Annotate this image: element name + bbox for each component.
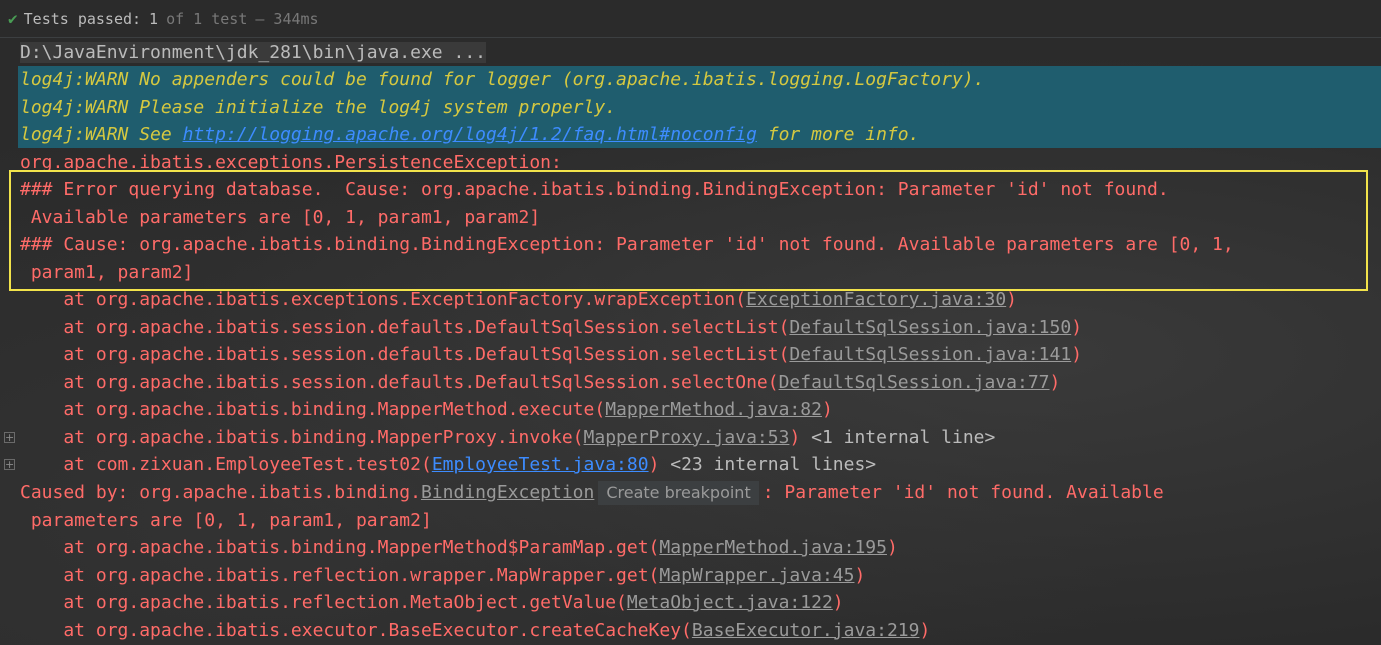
log4j-warn-line: log4j:WARN No appenders could be found f… [20,69,985,90]
stack-trace-line: at org.apache.ibatis.reflection.wrapper.… [20,562,865,589]
stack-method: at org.apache.ibatis.binding.MapperMetho… [20,399,606,420]
source-file-link[interactable]: DefaultSqlSession.java:141 [789,344,1071,365]
stack-method: at org.apache.ibatis.binding.MapperProxy… [20,426,584,448]
source-file-link[interactable]: MapWrapper.java:45 [659,565,854,586]
error-line: ### Error querying database. Cause: org.… [20,179,1169,200]
log4j-warn-line: log4j:WARN See http://logging.apache.org… [20,124,920,145]
stack-trace-line: at org.apache.ibatis.exceptions.Exceptio… [20,286,1017,313]
expand-fold-icon[interactable]: + [4,431,15,443]
source-file-link[interactable]: MapperMethod.java:82 [605,399,822,420]
duration-text: – 344ms [255,9,319,28]
source-file-link[interactable]: MapperMethod.java:195 [659,537,887,558]
caused-by-line: Caused by: org.apache.ibatis.binding.Bin… [20,481,1164,505]
stack-trace-line: at org.apache.ibatis.binding.MapperMetho… [20,534,898,561]
stack-trace-line: at org.apache.ibatis.binding.MapperProxy… [20,424,995,451]
source-file-link[interactable]: ExceptionFactory.java:30 [746,289,1006,310]
stack-trace-line: at org.apache.ibatis.session.defaults.De… [20,314,1082,341]
stack-paren: ) [1006,289,1018,310]
error-line: ### Cause: org.apache.ibatis.binding.Bin… [20,234,1234,255]
stack-paren: ) [1071,344,1083,365]
stack-method: at org.apache.ibatis.reflection.MetaObje… [20,592,627,613]
stack-trace-line: at org.apache.ibatis.session.defaults.De… [20,369,1060,396]
source-file-link[interactable]: MetaObject.java:122 [627,592,833,613]
error-line: Available parameters are [0, 1, param1, … [20,207,541,228]
stack-paren: ) [919,619,931,641]
run-console[interactable]: ✔ Tests passed: 1 of 1 test – 344ms D:\J… [0,0,1381,645]
exception-class-link[interactable]: BindingException [421,482,594,503]
total-text: of 1 test [166,9,248,28]
stack-trace-line: at org.apache.ibatis.reflection.MetaObje… [20,589,844,616]
log4j-warn-line: log4j:WARN Please initialize the log4j s… [20,97,617,118]
caused-by-continuation: parameters are [0, 1, param1, param2] [20,510,432,531]
test-status-bar: ✔ Tests passed: 1 of 1 test – 344ms [0,0,1381,38]
stack-paren: ) [886,537,898,558]
source-file-link[interactable]: MapperProxy.java:53 [584,427,790,448]
stack-trace-line: at com.zixuan.EmployeeTest.test02(Employ… [20,451,876,478]
internal-lines-fold[interactable]: <1 internal line> [800,427,995,448]
stack-paren: ) [789,426,801,448]
stack-paren: ) [1071,316,1083,338]
expand-fold-icon[interactable]: + [4,459,15,470]
source-file-link[interactable]: DefaultSqlSession.java:150 [789,317,1071,338]
stack-method: at org.apache.ibatis.session.defaults.De… [20,344,790,365]
stack-method: at org.apache.ibatis.session.defaults.De… [20,316,790,338]
source-file-link[interactable]: DefaultSqlSession.java:77 [779,372,1050,393]
exception-line: org.apache.ibatis.exceptions.Persistence… [20,152,573,173]
internal-lines-fold[interactable]: <23 internal lines> [659,454,876,475]
stack-trace-line: at org.apache.ibatis.binding.MapperMetho… [20,396,833,423]
stack-trace-line: at org.apache.ibatis.executor.BaseExecut… [20,617,930,644]
stack-method: at org.apache.ibatis.binding.MapperMetho… [20,537,660,558]
check-icon: ✔ [8,9,18,28]
status-label: Tests passed: [23,9,142,28]
passed-count: 1 [149,9,159,28]
stack-method: at org.apache.ibatis.exceptions.Exceptio… [20,289,747,310]
error-line: param1, param2] [20,262,194,283]
stack-method: at org.apache.ibatis.reflection.wrapper.… [20,564,660,586]
source-file-link[interactable]: EmployeeTest.java:80 [432,454,649,475]
faq-link[interactable]: http://logging.apache.org/log4j/1.2/faq.… [183,124,757,145]
stack-method: at org.apache.ibatis.executor.BaseExecut… [20,619,692,641]
command-line[interactable]: D:\JavaEnvironment\jdk_281\bin\java.exe … [20,39,486,66]
stack-trace-line: at org.apache.ibatis.session.defaults.De… [20,341,1082,368]
create-breakpoint-tooltip[interactable]: Create breakpoint [598,481,759,505]
stack-paren: ) [832,592,844,613]
stack-method: at org.apache.ibatis.session.defaults.De… [20,371,779,393]
source-file-link[interactable]: BaseExecutor.java:219 [692,620,920,641]
stack-paren: ) [854,564,866,586]
stack-paren: ) [648,454,660,475]
stack-paren: ) [821,399,833,420]
stack-method: at com.zixuan.EmployeeTest.test02( [20,454,432,475]
stack-paren: ) [1049,371,1061,393]
